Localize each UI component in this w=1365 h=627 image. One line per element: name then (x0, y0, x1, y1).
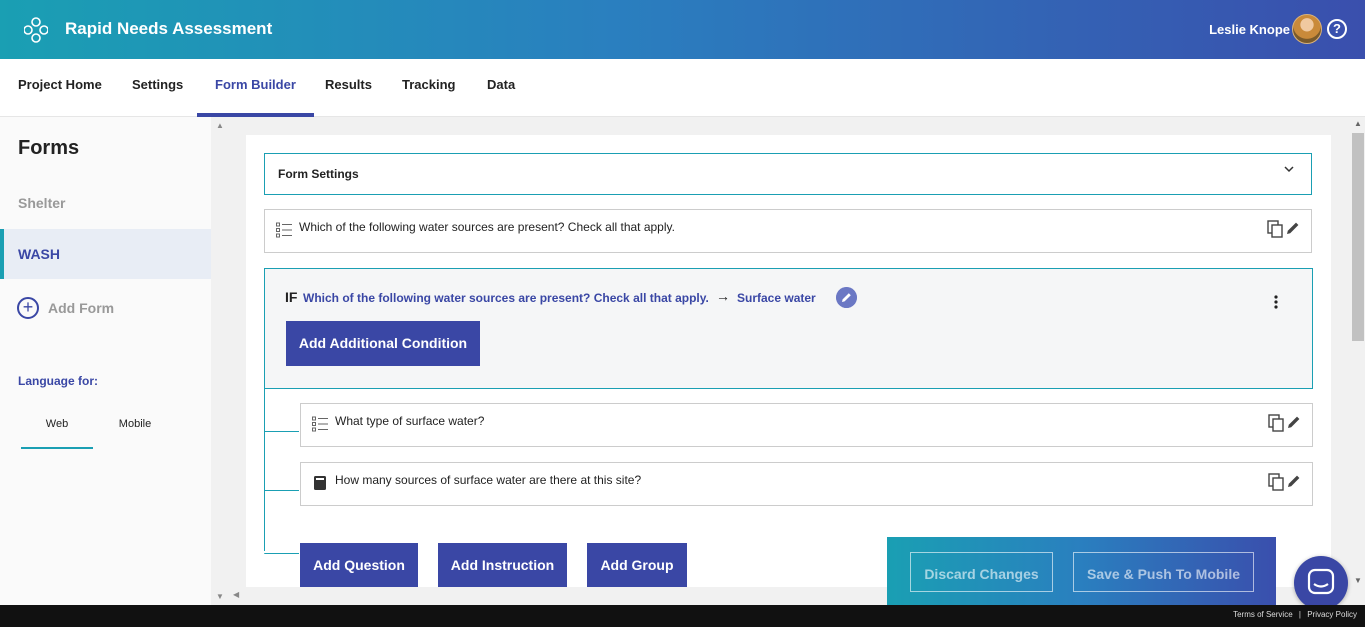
language-tab-web[interactable]: Web (21, 409, 93, 449)
add-question-button[interactable]: Add Question (300, 543, 418, 588)
form-canvas: Form Settings Which of the following wat… (246, 135, 1331, 605)
list-icon (312, 416, 328, 432)
save-bar: Discard Changes Save & Push To Mobile (887, 537, 1276, 605)
terms-link[interactable]: Terms of Service (1233, 610, 1293, 619)
footer-divider: | (1298, 610, 1301, 619)
scroll-left-icon[interactable]: ◀ (233, 590, 239, 599)
sub-question-card[interactable]: What type of surface water? (300, 403, 1313, 447)
arrow-right-icon: → (716, 288, 730, 304)
condition-group: IF Which of the following water sources … (264, 268, 1313, 389)
scroll-down-icon[interactable]: ▼ (1354, 576, 1362, 585)
form-settings-panel[interactable]: Form Settings (264, 153, 1312, 195)
chat-launcher-button[interactable] (1294, 556, 1348, 610)
app-logo-icon[interactable] (24, 17, 48, 43)
help-icon[interactable]: ? (1327, 19, 1347, 39)
add-additional-condition-button[interactable]: Add Additional Condition (286, 321, 480, 366)
add-instruction-button[interactable]: Add Instruction (438, 543, 567, 588)
add-group-button[interactable]: Add Group (587, 543, 687, 588)
language-tab-mobile[interactable]: Mobile (99, 409, 171, 449)
tab-data[interactable]: Data (469, 59, 533, 117)
tab-project-home[interactable]: Project Home (0, 59, 120, 117)
edit-condition-icon[interactable] (836, 287, 857, 308)
question-card[interactable]: Which of the following water sources are… (264, 209, 1312, 253)
tree-branch (264, 553, 299, 554)
main-nav: Project Home Settings Form Builder Resul… (0, 59, 1365, 117)
forms-sidebar: Forms Shelter WASH + Add Form Language f… (0, 117, 211, 605)
tab-tracking[interactable]: Tracking (384, 59, 473, 117)
sidebar-scrollbar[interactable]: ▲ ▼ (211, 117, 229, 605)
avatar[interactable] (1292, 14, 1322, 44)
forms-title: Forms (18, 137, 80, 159)
pencil-icon[interactable] (1286, 414, 1302, 430)
chevron-down-icon[interactable] (1283, 163, 1295, 175)
question-text: Which of the following water sources are… (299, 220, 675, 234)
footer: Terms of Service | Privacy Policy (0, 605, 1365, 627)
scroll-up-icon[interactable]: ▲ (1354, 119, 1362, 128)
sub-question-card[interactable]: How many sources of surface water are th… (300, 462, 1313, 506)
tree-connector (264, 389, 265, 551)
tab-form-builder[interactable]: Form Builder (197, 59, 314, 117)
pencil-icon[interactable] (1285, 220, 1301, 236)
vertical-scrollbar[interactable]: ▲ ▼ (1351, 117, 1365, 605)
tab-settings[interactable]: Settings (114, 59, 201, 117)
sidebar-item-shelter[interactable]: Shelter (0, 178, 211, 228)
list-icon (276, 222, 292, 238)
copy-icon[interactable] (1268, 473, 1284, 491)
app-title: Rapid Needs Assessment (65, 19, 273, 38)
number-icon (314, 476, 326, 490)
condition-question: Which of the following water sources are… (303, 291, 709, 305)
more-options-icon[interactable] (1274, 295, 1278, 309)
question-text: How many sources of surface water are th… (335, 473, 642, 487)
chat-icon (1307, 568, 1335, 595)
tab-results[interactable]: Results (307, 59, 390, 117)
user-name[interactable]: Leslie Knope (1209, 22, 1290, 37)
add-form-button[interactable]: + Add Form (17, 297, 114, 319)
copy-icon[interactable] (1267, 220, 1283, 238)
question-text: What type of surface water? (335, 414, 485, 428)
copy-icon[interactable] (1268, 414, 1284, 432)
tree-branch (264, 431, 299, 432)
tree-branch (264, 490, 299, 491)
condition-value: Surface water (737, 291, 816, 305)
scrollbar-thumb[interactable] (1352, 133, 1364, 341)
plus-circle-icon: + (17, 297, 39, 319)
sidebar-item-wash[interactable]: WASH (0, 229, 211, 279)
privacy-link[interactable]: Privacy Policy (1307, 610, 1357, 619)
scroll-down-icon[interactable]: ▼ (216, 592, 224, 601)
add-form-label: Add Form (48, 300, 115, 316)
if-label: IF (285, 289, 298, 305)
app-header: Rapid Needs Assessment Leslie Knope ? (0, 0, 1365, 59)
save-push-mobile-button[interactable]: Save & Push To Mobile (1073, 552, 1254, 592)
form-settings-label: Form Settings (278, 167, 359, 181)
footer-links: Terms of Service | Privacy Policy (1229, 610, 1357, 619)
scroll-up-icon[interactable]: ▲ (216, 121, 224, 130)
pencil-icon[interactable] (1286, 473, 1302, 489)
discard-changes-button[interactable]: Discard Changes (910, 552, 1053, 592)
builder-area: Form Settings Which of the following wat… (229, 117, 1351, 605)
language-label: Language for: (18, 374, 98, 388)
